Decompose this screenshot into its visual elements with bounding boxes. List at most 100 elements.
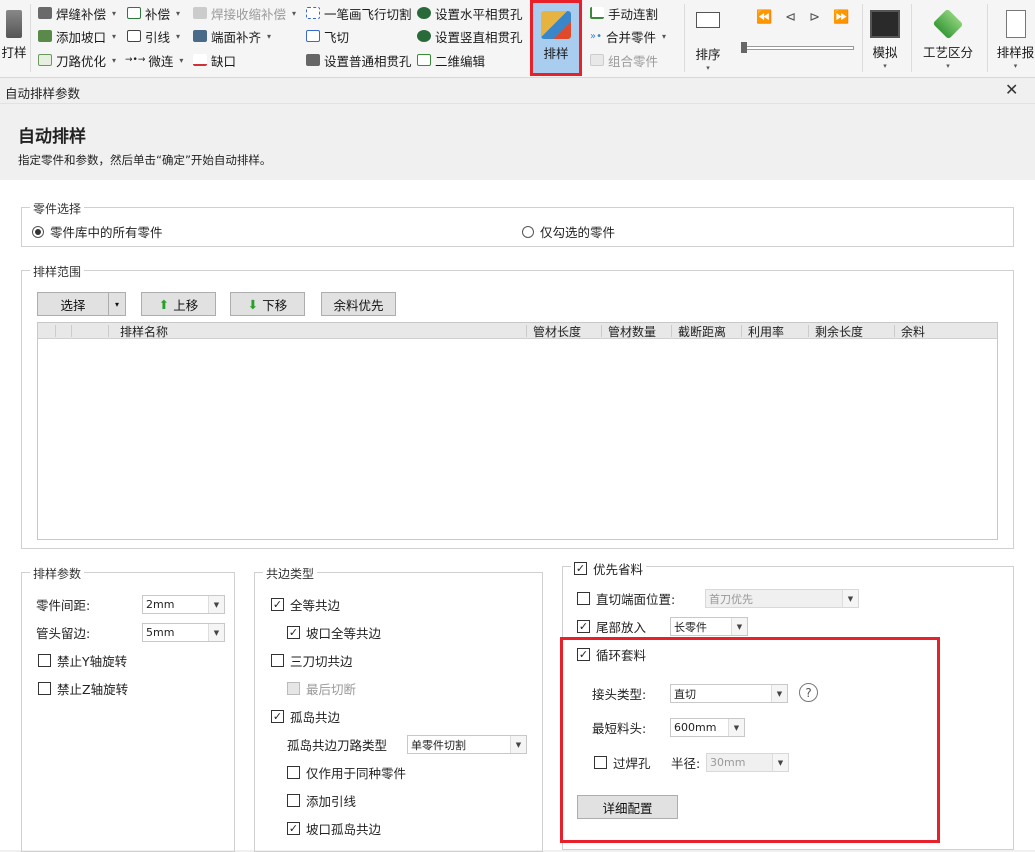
same-part-only-checkbox[interactable]: 仅作用于同种零件 [287, 763, 406, 782]
dialog-title-bar: 自动排样参数 ✕ [0, 78, 1035, 104]
process-distinguish-button[interactable]: 工艺区分 ▾ [920, 2, 976, 74]
nesting-report-button[interactable]: 排样报 ▾ [996, 2, 1035, 74]
col-tube-length[interactable]: 管材长度 [533, 323, 581, 339]
col-remnant[interactable]: 余料 [901, 323, 925, 339]
radio-checked-parts[interactable]: 仅勾选的零件 [522, 222, 615, 241]
three-cut-common-checkbox[interactable]: 三刀切共边 [271, 651, 353, 670]
close-icon[interactable]: ✕ [1005, 80, 1018, 99]
nesting-table[interactable]: 排样名称 管材长度 管材数量 截断距离 利用率 剩余长度 余料 [37, 322, 998, 540]
fly-cut-button[interactable]: 飞切 [306, 26, 349, 46]
margin-select[interactable]: 5mm ▼ [142, 623, 225, 642]
lead-line-label: 引线 [145, 29, 171, 45]
micro-joint-button[interactable]: →•→ 微连 ▾ [125, 50, 183, 70]
manual-link-cut-button[interactable]: 手动连割 [590, 3, 658, 23]
col-nesting-name[interactable]: 排样名称 [120, 323, 168, 339]
simulate-button[interactable]: 模拟 ▾ [868, 2, 902, 74]
loop-nest-checkbox[interactable]: ✓ 循环套料 [577, 645, 646, 664]
full-common-label: 全等共边 [290, 598, 341, 613]
one-stroke-fly-cut-button[interactable]: 一笔画飞行切割 [306, 3, 412, 23]
chevron-down-icon: ▾ [114, 299, 119, 309]
tail-put-select[interactable]: 长零件 ▼ [670, 617, 748, 636]
island-path-label: 孤岛共边刀路类型 [287, 738, 388, 753]
lead-line-button[interactable]: 引线 ▾ [127, 26, 180, 46]
set-horizontal-hole-button[interactable]: 设置水平相贯孔 [417, 3, 523, 23]
move-down-button[interactable]: ⬇ 下移 [230, 292, 305, 316]
radio-icon [522, 225, 534, 238]
same-part-only-label: 仅作用于同种零件 [306, 766, 407, 781]
playback-controls[interactable]: ⏪⊲⊳⏩ [756, 10, 862, 25]
weld-hole-checkbox[interactable]: 过焊孔 [594, 753, 651, 772]
add-lead-checkbox[interactable]: 添加引线 [287, 791, 356, 810]
min-head-value: 600mm [674, 721, 717, 734]
spacing-select[interactable]: 2mm ▼ [142, 595, 225, 614]
end-fill-button[interactable]: 端面补齐 ▾ [193, 26, 271, 46]
dialog-heading: 自动排样 [18, 127, 86, 147]
nesting-icon [541, 11, 571, 39]
three-cut-common-label: 三刀切共边 [290, 654, 353, 669]
island-common-checkbox[interactable]: ✓ 孤岛共边 [271, 707, 340, 726]
min-head-select[interactable]: 600mm ▼ [670, 718, 745, 737]
bevel-full-common-checkbox[interactable]: ✓ 坡口全等共边 [287, 623, 381, 642]
ribbon-toolbar: 打样 焊缝补偿 ▾ 添加坡口 ▾ 刀路优化 ▾ 补偿 ▾ 引线 ▾ →•→ 微连 ▾ 焊接收缩… [0, 0, 1035, 78]
help-icon[interactable]: ? [799, 683, 818, 702]
col-cut-distance[interactable]: 截断距离 [678, 323, 726, 339]
move-up-button[interactable]: ⬆ 上移 [141, 292, 216, 316]
last-cut-checkbox[interactable]: 最后切断 [287, 679, 356, 698]
full-common-checkbox[interactable]: ✓ 全等共边 [271, 595, 340, 614]
tail-put-checkbox[interactable]: ✓ 尾部放入 [577, 617, 646, 636]
nesting-button[interactable]: 排样 [533, 3, 579, 73]
radius-value: 30mm [710, 756, 746, 769]
compensation-label: 补偿 [145, 6, 171, 22]
no-y-rotate-checkbox[interactable]: 禁止Y轴旋转 [38, 651, 127, 670]
compensation-button[interactable]: 补偿 ▾ [127, 3, 180, 23]
lead-line-icon [127, 30, 141, 42]
weld-shrink-button[interactable]: 焊接收缩补偿 ▾ [193, 3, 296, 23]
island-path-value: 单零件切割 [411, 738, 466, 752]
progress-slider[interactable] [742, 46, 854, 50]
sort-button[interactable]: 排序 ▾ [688, 2, 728, 74]
select-button[interactable]: 选择 [37, 292, 109, 316]
report-label: 排样报 [996, 45, 1035, 60]
arrow-up-icon: ⬆ [158, 296, 170, 312]
detail-config-button[interactable]: 详细配置 [577, 795, 678, 819]
radius-select[interactable]: 30mm ▼ [706, 753, 789, 772]
chevron-down-icon: ▼ [772, 754, 788, 771]
2d-edit-icon [417, 54, 431, 66]
set-vertical-hole-button[interactable]: 设置竖直相贯孔 [417, 26, 523, 46]
bevel-island-checkbox[interactable]: ✓ 坡口孤岛共边 [287, 819, 381, 838]
proof-button[interactable]: 打样 [0, 2, 28, 74]
select-dropdown-button[interactable]: ▾ [108, 292, 126, 316]
col-tube-count[interactable]: 管材数量 [608, 323, 656, 339]
chevron-down-icon: ▼ [208, 596, 224, 613]
straight-end-checkbox[interactable]: 直切端面位置: [577, 589, 675, 608]
merge-parts-button[interactable]: »• 合并零件 ▾ [590, 26, 666, 46]
straight-end-select[interactable]: 首刀优先 ▼ [705, 589, 859, 608]
add-bevel-button[interactable]: 添加坡口 ▾ [38, 26, 116, 46]
set-normal-hole-label: 设置普通相贯孔 [324, 53, 412, 69]
sort-icon [696, 12, 720, 28]
notch-button[interactable]: 缺口 [193, 50, 236, 70]
radio-all-parts[interactable]: 零件库中的所有零件 [32, 222, 163, 241]
remnant-priority-button[interactable]: 余料优先 [321, 292, 396, 316]
joint-type-value: 直切 [674, 687, 696, 701]
col-remaining-length[interactable]: 剩余长度 [815, 323, 863, 339]
material-priority-checkbox[interactable]: ✓ 优先省料 [571, 559, 647, 578]
island-path-select[interactable]: 单零件切割 ▼ [407, 735, 527, 754]
chevron-down-icon: ▼ [731, 618, 747, 635]
chevron-down-icon: ▼ [842, 590, 858, 607]
set-normal-hole-button[interactable]: 设置普通相贯孔 [306, 50, 412, 70]
material-priority-group: ✓ 优先省料 直切端面位置: 首刀优先 ▼ ✓ 尾部放入 长零件 ▼ ✓ 循环套料 接头类… [560, 559, 1014, 850]
2d-edit-button[interactable]: 二维编辑 [417, 50, 485, 70]
weld-comp-icon [38, 7, 52, 19]
common-edge-legend: 共边类型 [263, 565, 318, 582]
no-z-rotate-checkbox[interactable]: 禁止Z轴旋转 [38, 679, 128, 698]
col-utilization[interactable]: 利用率 [748, 323, 784, 339]
combine-parts-button[interactable]: 组合零件 [590, 50, 658, 70]
joint-type-select[interactable]: 直切 ▼ [670, 684, 788, 703]
toolpath-opt-button[interactable]: 刀路优化 ▾ [38, 50, 116, 70]
chevron-down-icon: ▾ [706, 64, 710, 72]
weld-comp-button[interactable]: 焊缝补偿 ▾ [38, 3, 116, 23]
slider-thumb[interactable] [741, 42, 747, 53]
checkbox-icon: ✓ [271, 598, 284, 611]
one-stroke-label: 一笔画飞行切割 [324, 6, 412, 22]
